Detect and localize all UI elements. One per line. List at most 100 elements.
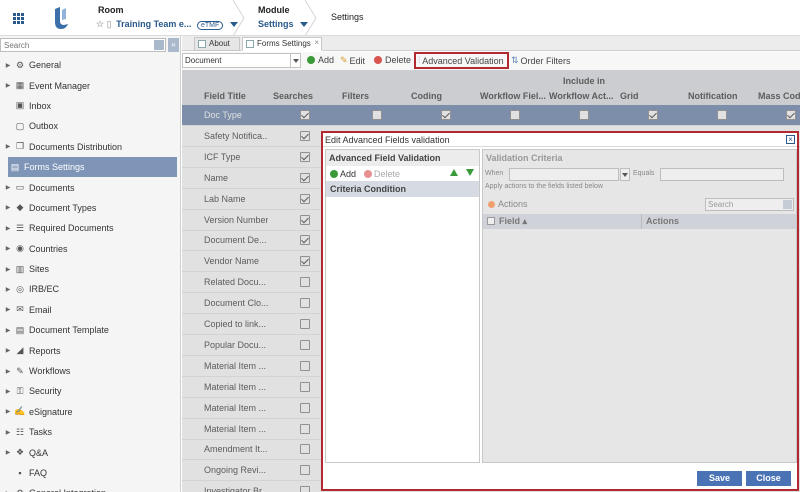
actions-label: Actions xyxy=(498,199,528,209)
expand-arrow-icon[interactable]: ▶ xyxy=(3,347,13,354)
room-breadcrumb[interactable]: Room ☆ ▯ Training Team e... eTMF xyxy=(84,0,245,36)
sidebar-item-label: eSignature xyxy=(29,406,73,417)
close-button[interactable]: Close xyxy=(746,471,791,486)
chat-icon: ❖ xyxy=(15,447,25,458)
edit-button[interactable]: ✎ Edit xyxy=(340,55,365,66)
close-icon[interactable]: × xyxy=(786,135,795,144)
delete-button[interactable]: Delete xyxy=(374,55,411,65)
equals-value-input[interactable] xyxy=(660,168,784,181)
col-field[interactable]: Field ▴ xyxy=(499,216,527,227)
sidebar-item-faq[interactable]: ▪ FAQ xyxy=(0,463,181,483)
document-type-select[interactable]: Document xyxy=(182,53,301,68)
module-breadcrumb[interactable]: Module Settings xyxy=(244,0,317,36)
move-up-icon[interactable] xyxy=(450,169,458,176)
expand-arrow-icon[interactable]: ▶ xyxy=(3,62,13,69)
template-icon: ▤ xyxy=(15,324,25,335)
actions-search-input[interactable]: Search xyxy=(705,198,794,211)
actions-icon xyxy=(488,200,495,208)
sidebar-item-document-template[interactable]: ▶ ▤ Document Template xyxy=(0,320,181,340)
add-icon xyxy=(307,56,315,64)
chevron-down-icon[interactable] xyxy=(290,54,300,67)
dialog-footer: Save Close xyxy=(323,466,797,489)
expand-arrow-icon[interactable]: ▶ xyxy=(3,388,13,395)
star-icon[interactable]: ☆ xyxy=(96,19,104,29)
expand-arrow-icon[interactable]: ▶ xyxy=(3,184,13,191)
sidebar-item-sites[interactable]: ▶ ▥ Sites xyxy=(0,259,181,279)
gear-icon: ⚙ xyxy=(15,59,25,70)
sidebar-item-tasks[interactable]: ▶ ☷ Tasks xyxy=(0,422,181,442)
expand-arrow-icon[interactable]: ▶ xyxy=(3,408,13,415)
expand-arrow-icon[interactable]: ▶ xyxy=(3,143,13,150)
tab-forms-settings[interactable]: Forms Settings × xyxy=(242,37,322,51)
select-all-checkbox[interactable] xyxy=(487,217,495,225)
expand-arrow-icon[interactable]: ▶ xyxy=(3,327,13,334)
col-actions[interactable]: Actions xyxy=(646,216,679,226)
criteria-add-button[interactable]: Add xyxy=(330,169,356,179)
save-button[interactable]: Save xyxy=(697,471,742,486)
advanced-validation-button[interactable]: ⫶ Advanced Validation xyxy=(418,55,504,66)
expand-arrow-icon[interactable]: ▶ xyxy=(3,449,13,456)
sidebar-search-input[interactable] xyxy=(1,39,151,51)
check-circle-icon: ◎ xyxy=(16,283,24,294)
actions-button[interactable]: Actions xyxy=(488,199,528,209)
sidebar-item-general-integration[interactable]: ▶⚙General Integration xyxy=(0,483,181,492)
brand-logo-icon xyxy=(55,7,68,29)
criteria-delete-button[interactable]: Delete xyxy=(364,169,400,179)
expand-arrow-icon[interactable]: ▶ xyxy=(3,204,13,211)
sidebar-search[interactable] xyxy=(0,38,166,52)
inbox-icon: ▣ xyxy=(15,100,25,111)
sidebar-item-general[interactable]: ▶ ⚙ General xyxy=(0,55,181,75)
left-pane-toolbar: Add Delete xyxy=(326,166,479,181)
sidebar-item-irb-ec[interactable]: ▶ ◎ IRB/EC xyxy=(0,279,181,299)
sidebar-item-workflows[interactable]: ▶ ✎ Workflows xyxy=(0,361,181,381)
when-field-select[interactable] xyxy=(509,168,619,181)
module-selector[interactable]: Settings xyxy=(258,19,309,29)
expand-arrow-icon[interactable]: ▶ xyxy=(3,368,13,375)
sidebar-item-q-a[interactable]: ▶ ❖ Q&A xyxy=(0,442,181,462)
sidebar-item-email[interactable]: ▶ ✉ Email xyxy=(0,300,181,320)
sidebar-item-documents[interactable]: ▶ ▭ Documents xyxy=(0,177,181,197)
sidebar-item-required-documents[interactable]: ▶ ☰ Required Documents xyxy=(0,218,181,238)
sidebar-item-label: Q&A xyxy=(29,447,49,458)
order-filters-button[interactable]: ⇅ Order Filters xyxy=(511,55,571,66)
sidebar-item-label: Reports xyxy=(29,345,61,356)
sidebar-item-esignature[interactable]: ▶ ✍ eSignature xyxy=(0,402,181,422)
logo[interactable] xyxy=(38,0,84,36)
sidebar-item-countries[interactable]: ▶ ◉ Countries xyxy=(0,239,181,259)
sidebar-item-document-types[interactable]: ▶ ◆ Document Types xyxy=(0,198,181,218)
sort-icon: ⇅ xyxy=(511,55,519,65)
chevron-down-icon[interactable] xyxy=(620,168,630,181)
add-button[interactable]: Add xyxy=(307,55,334,65)
close-tab-icon[interactable]: × xyxy=(314,37,319,49)
expand-arrow-icon[interactable]: ▶ xyxy=(3,266,13,273)
expand-arrow-icon[interactable]: ▶ xyxy=(3,286,13,293)
search-icon[interactable] xyxy=(154,40,164,50)
room-selector[interactable]: ☆ ▯ Training Team e... eTMF xyxy=(96,19,238,30)
sidebar-item-reports[interactable]: ▶ ◢ Reports xyxy=(0,340,181,360)
key-icon: ⚿ xyxy=(16,385,24,396)
expand-arrow-icon[interactable]: ▶ xyxy=(3,245,13,252)
search-icon[interactable] xyxy=(783,200,792,209)
expand-arrow-icon[interactable]: ▶ xyxy=(3,225,13,232)
sidebar-item-inbox[interactable]: ▣ Inbox xyxy=(0,96,181,116)
pencil-icon: ✎ xyxy=(16,365,24,376)
sidebar-item-label: General xyxy=(29,60,62,71)
sidebar-item-documents-distribution[interactable]: ▶ ❐ Documents Distribution xyxy=(0,137,181,157)
app-grid-button[interactable] xyxy=(0,0,36,36)
room-title: Room xyxy=(98,5,124,15)
pencil-icon: ✎ xyxy=(340,55,348,65)
sidebar-item-event-manager[interactable]: ▶ ▦ Event Manager xyxy=(0,75,181,95)
sidebar-item-label: Outbox xyxy=(29,121,59,132)
move-down-icon[interactable] xyxy=(466,169,474,176)
equals-label: Equals xyxy=(633,170,655,177)
tab-about[interactable]: About xyxy=(194,37,240,51)
sidebar-item-security[interactable]: ▶ ⚿ Security xyxy=(0,381,181,401)
expand-arrow-icon[interactable]: ▶ xyxy=(3,82,13,89)
sidebar-item-outbox[interactable]: ▢ Outbox xyxy=(0,116,181,136)
dialog-title-bar: Edit Advanced Fields validation × xyxy=(323,133,797,147)
collapse-sidebar-button[interactable]: « xyxy=(168,38,179,52)
sidebar-item-forms-settings[interactable]: ▤ Forms Settings xyxy=(8,156,177,178)
expand-arrow-icon[interactable]: ▶ xyxy=(3,306,13,313)
tab-about-label: About xyxy=(209,39,230,48)
expand-arrow-icon[interactable]: ▶ xyxy=(3,429,13,436)
